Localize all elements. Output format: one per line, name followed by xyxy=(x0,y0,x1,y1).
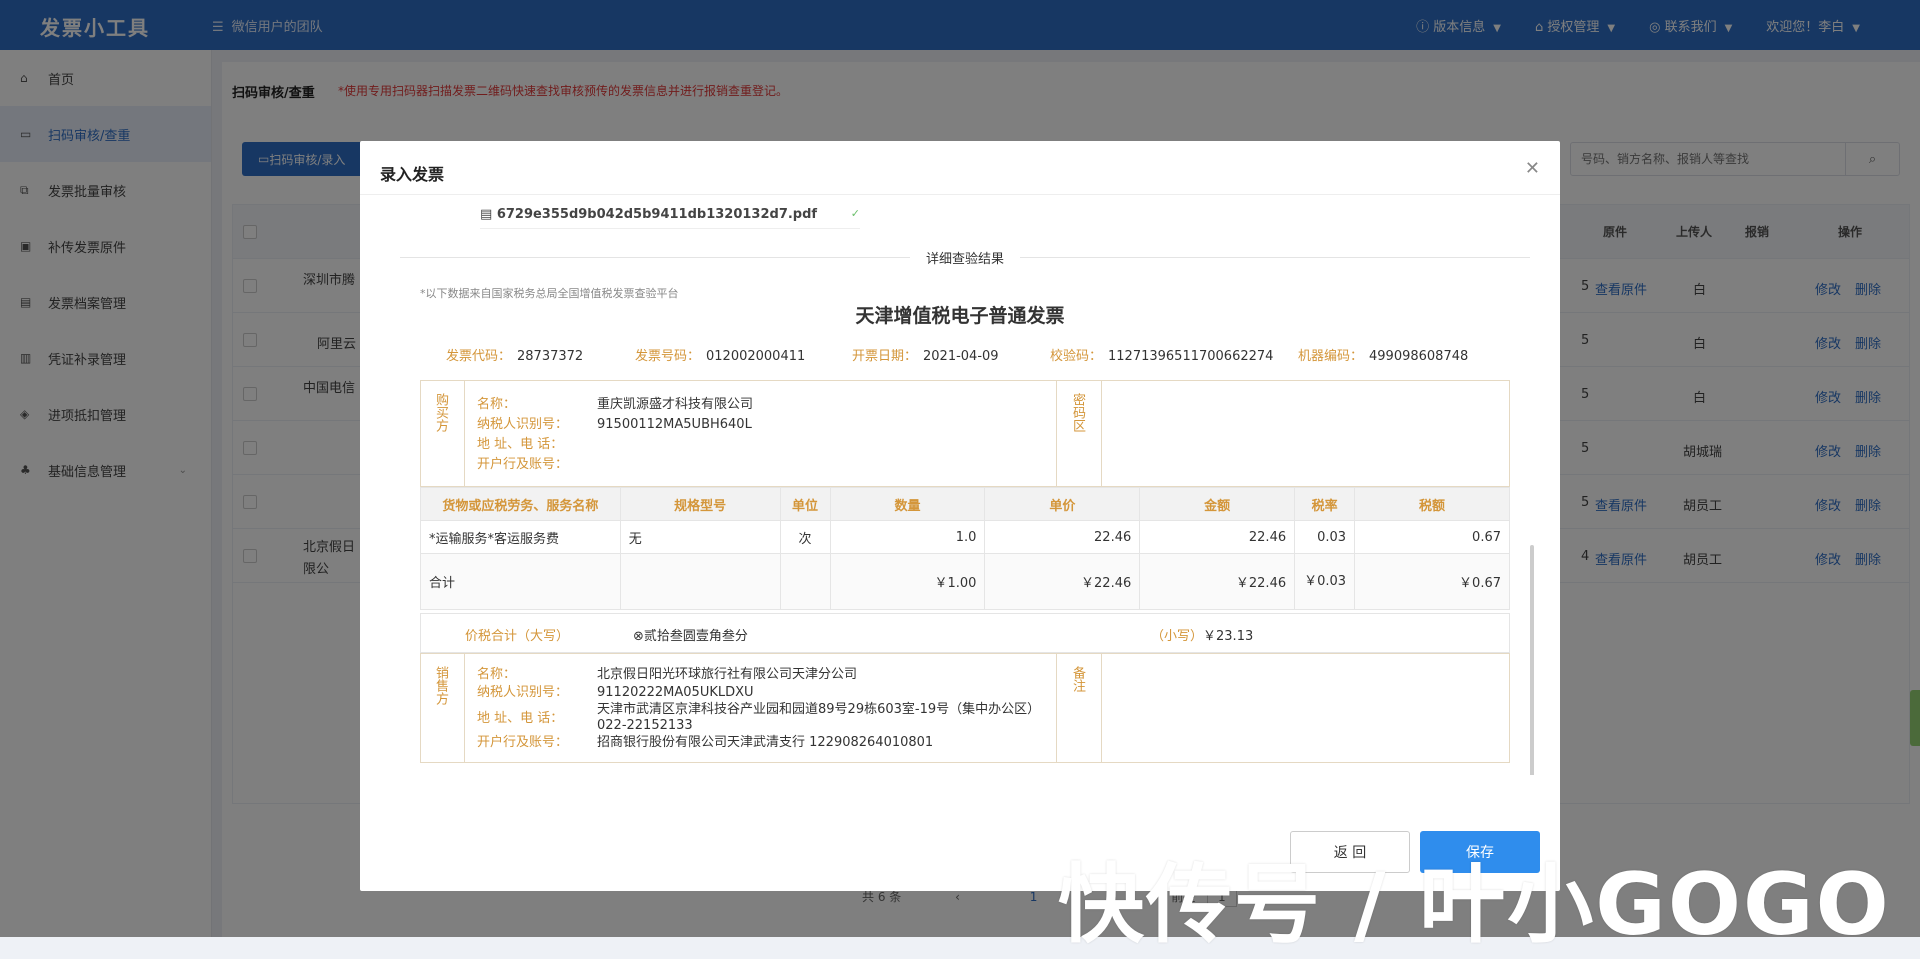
seller-section: 销售方 名称： 北京假日阳光环球旅行社有限公司天津分公司 纳税人识别号： 91120… xyxy=(420,653,1510,763)
seller-fields: 名称： 北京假日阳光环球旅行社有限公司天津分公司 纳税人识别号： 91120222M… xyxy=(477,667,1041,750)
seller-label: 销售方 xyxy=(421,654,465,762)
file-icon: ▤ xyxy=(480,207,497,222)
invoice-code: 发票代码： 28737372 xyxy=(446,349,584,364)
modal-header: 录入发票 ✕ xyxy=(360,141,1560,195)
goods-row: *运输服务*客运服务费 无 次 1.0 22.46 22.46 0.03 0.6… xyxy=(420,520,1510,554)
buyer-section: 购买方 名称： 重庆凯源盛才科技有限公司 纳税人识别号： 91500112MA5UB… xyxy=(420,380,1510,487)
modal-scrollbar[interactable] xyxy=(1530,545,1534,775)
invoice-title: 天津增值税电子普通发票 xyxy=(855,305,1065,327)
data-source-note: *以下数据来自国家税务总局全国增值税发票查验平台 xyxy=(420,287,679,300)
goods-sum-row: 合计 ￥1.00 ￥22.46 ￥22.46 ￥0.03 ￥0.67 xyxy=(420,553,1510,610)
divider-label: 详细查验结果 xyxy=(910,248,1021,267)
side-widget[interactable] xyxy=(1910,690,1920,746)
total-section: 价税合计（大写） ⊗贰拾叁圆壹角叁分 （小写）￥23.13 xyxy=(420,613,1510,653)
invoice-modal: 录入发票 ✕ ▤ 6729e355d9b042d5b9411db1320132d… xyxy=(360,141,1560,891)
password-area-label: 密码区 xyxy=(1056,381,1102,486)
invoice-number: 发票号码： 012002000411 xyxy=(635,349,806,364)
modal-body: ▤ 6729e355d9b042d5b9411db1320132d7.pdf ✓… xyxy=(400,195,1540,775)
buyer-fields: 名称： 重庆凯源盛才科技有限公司 纳税人识别号： 91500112MA5UBH640… xyxy=(477,397,754,472)
total-lower: （小写）￥23.13 xyxy=(1151,629,1254,644)
total-label: 价税合计（大写） xyxy=(465,629,570,644)
watermark-text: 快传号 / 叶小GOGO xyxy=(1058,855,1891,955)
goods-table: 货物或应税劳务、服务名称 规格型号 单位 数量 单价 金额 税率 税额 *运输服… xyxy=(420,487,1510,610)
goods-header: 货物或应税劳务、服务名称 规格型号 单位 数量 单价 金额 税率 税额 xyxy=(420,487,1510,521)
check-code: 校验码： 11271396511700662274 xyxy=(1050,349,1274,364)
remark-label: 备注 xyxy=(1056,654,1102,762)
attachment-file[interactable]: ▤ 6729e355d9b042d5b9411db1320132d7.pdf ✓ xyxy=(480,207,860,229)
check-icon: ✓ xyxy=(850,207,860,220)
buyer-label: 购买方 xyxy=(421,381,465,486)
invoice-date: 开票日期： 2021-04-09 xyxy=(852,349,999,364)
machine-code: 机器编码： 499098608748 xyxy=(1298,349,1469,364)
total-upper: ⊗贰拾叁圆壹角叁分 xyxy=(633,629,748,644)
modal-title: 录入发票 xyxy=(380,165,445,184)
close-icon[interactable]: ✕ xyxy=(1525,158,1540,179)
